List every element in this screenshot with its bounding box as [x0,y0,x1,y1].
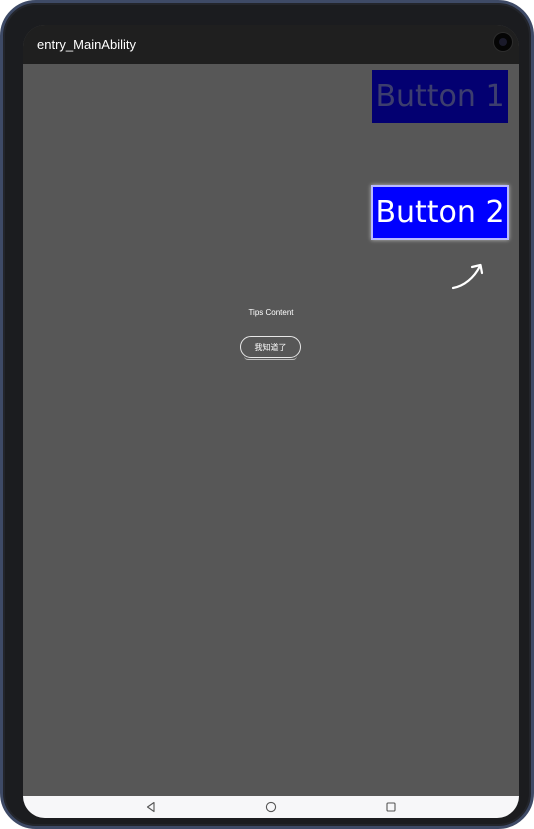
curved-arrow-icon [451,263,484,290]
system-nav-bar [23,796,519,818]
tips-confirm-button[interactable]: 我知道了 [240,336,301,360]
nav-home-button[interactable] [264,800,278,814]
button-1[interactable]: Button 1 [372,70,508,123]
tips-content: Tips Content [248,308,294,317]
home-circle-icon [265,801,277,813]
back-triangle-icon [146,801,155,813]
tablet-frame: entry_MainAbility Button 1 Button 2 Tips… [0,0,534,829]
main-content: Button 1 Button 2 Tips Content 我知道了 [23,64,519,796]
title-bar: entry_MainAbility [23,25,519,64]
button-2[interactable]: Button 2 [371,185,509,240]
nav-back-button[interactable] [144,800,158,814]
camera-icon [494,33,512,51]
recent-square-icon [386,802,396,812]
screen: entry_MainAbility Button 1 Button 2 Tips… [23,25,519,818]
app-title: entry_MainAbility [37,37,136,52]
nav-recent-button[interactable] [384,800,398,814]
